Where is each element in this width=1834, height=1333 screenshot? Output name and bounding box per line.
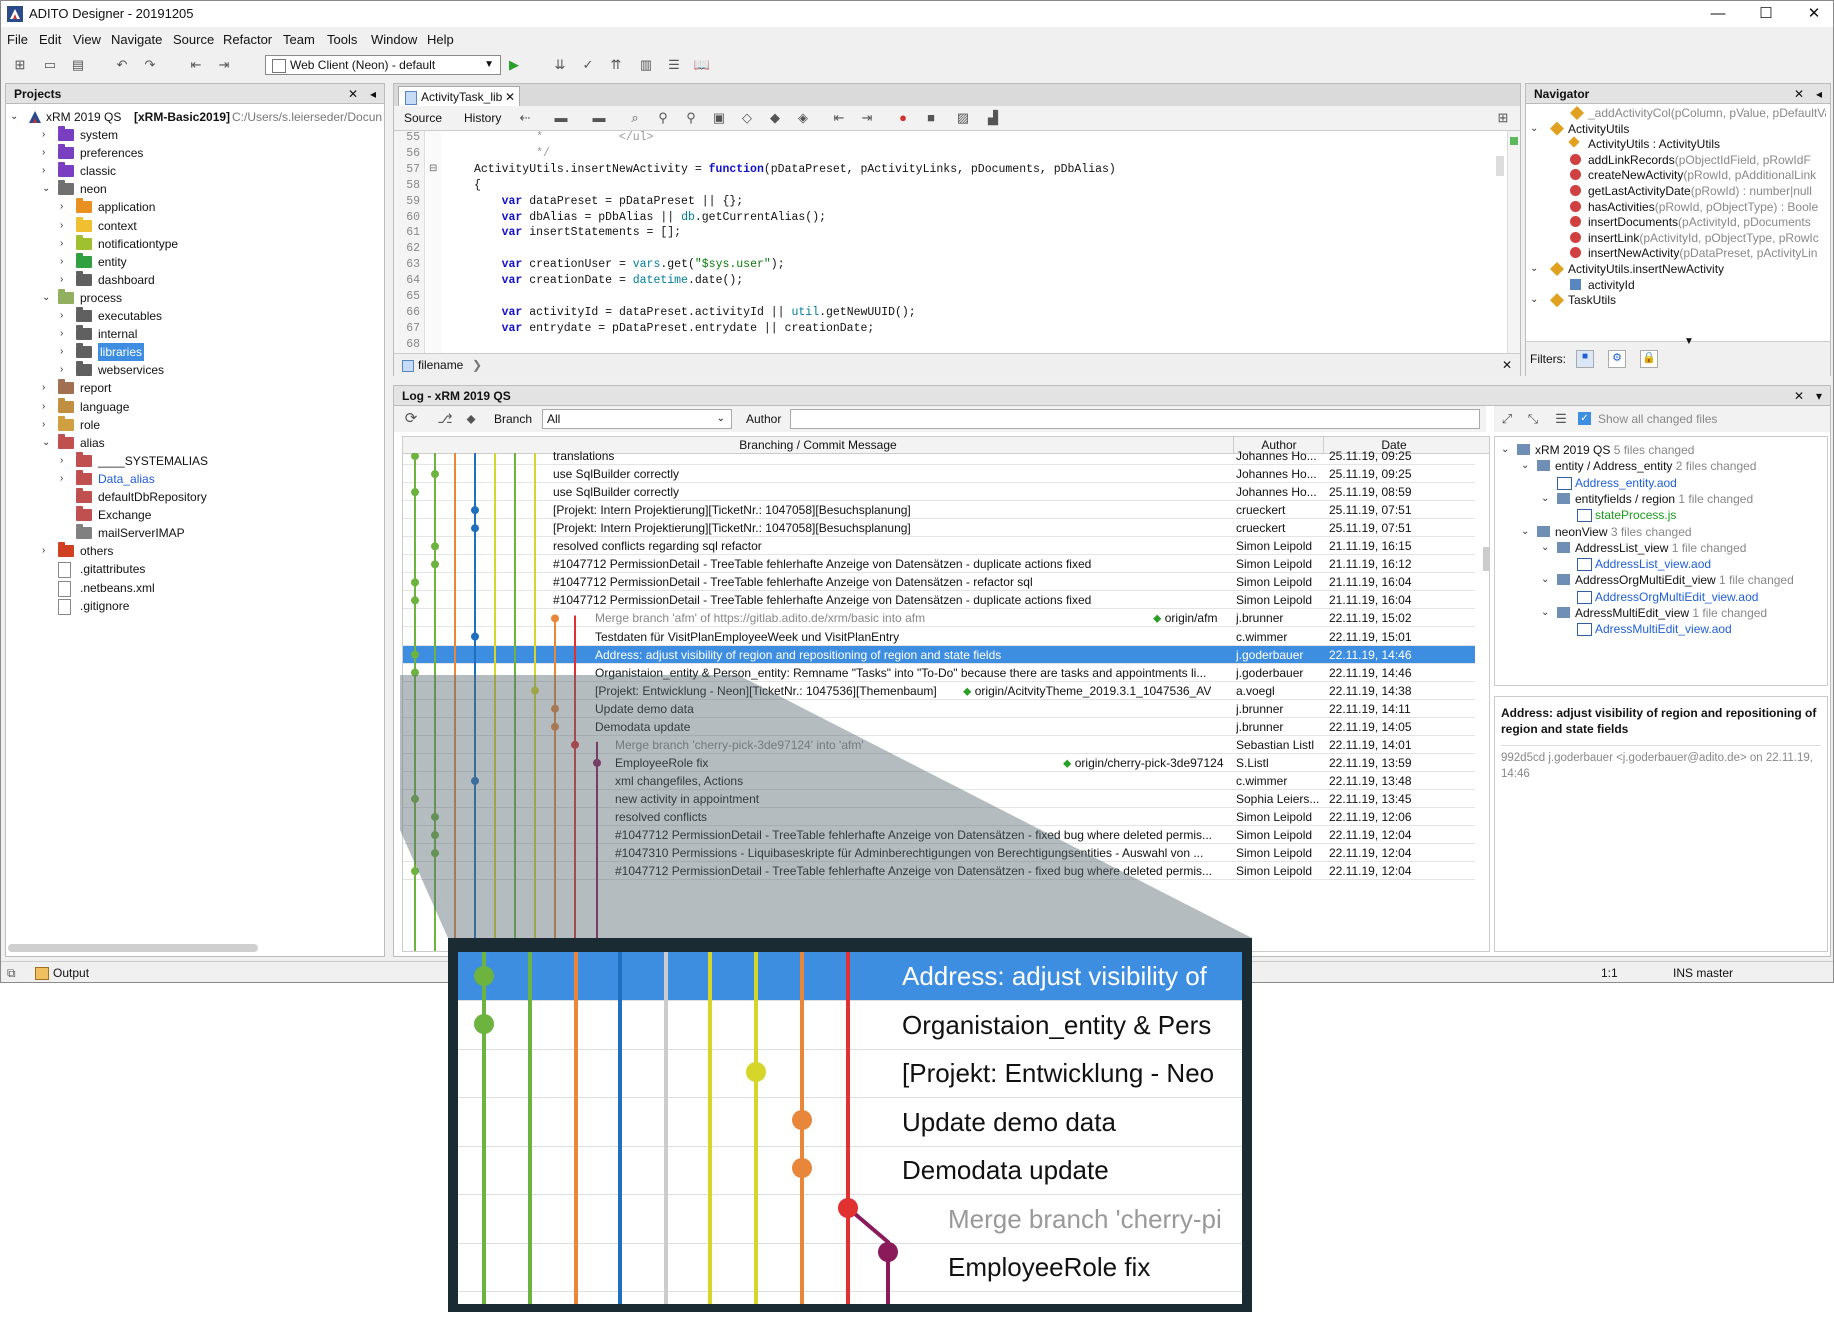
zoom-commit-node bbox=[474, 1014, 494, 1034]
zoom-commit-message: Organistaion_entity & Pers bbox=[902, 1009, 1212, 1040]
zoom-commit-message: Merge branch 'cherry-pi bbox=[948, 1203, 1222, 1234]
zoom-branch-graph bbox=[474, 952, 898, 1304]
zoom-commit-message: Address: adjust visibility of bbox=[902, 961, 1207, 991]
zoom-commit-node bbox=[792, 1110, 812, 1130]
zoom-commit-node bbox=[746, 1062, 766, 1082]
zoom-commit-node bbox=[838, 1198, 858, 1218]
zoom-commit-node bbox=[474, 966, 494, 986]
zoom-commit-node bbox=[878, 1242, 898, 1262]
zoom-commit-message: [Projekt: Entwicklung - Neo bbox=[902, 1058, 1215, 1088]
zoom-commit-message: Update demo data bbox=[902, 1106, 1116, 1137]
zoom-commit-message: Demodata update bbox=[902, 1155, 1109, 1185]
zoom-commit-node bbox=[792, 1158, 812, 1178]
zoom-commit-message: EmployeeRole fix bbox=[948, 1252, 1151, 1282]
zoom-inset: Address: adjust visibility of Organistaio… bbox=[448, 938, 1252, 1312]
zoom-content: Address: adjust visibility of Organistaio… bbox=[458, 952, 1242, 1304]
